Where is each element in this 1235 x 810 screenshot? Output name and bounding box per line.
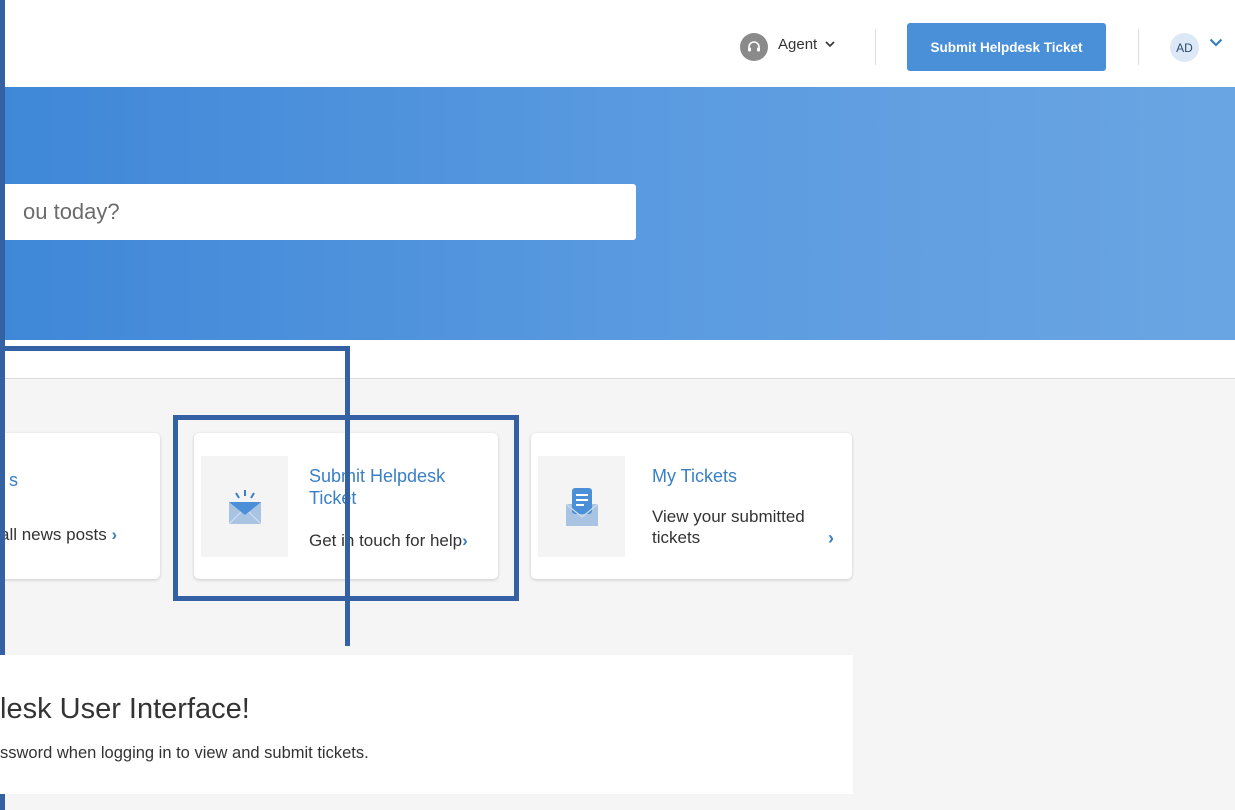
envelope-alert-icon	[201, 456, 288, 557]
search-input[interactable]: ou today?	[0, 184, 636, 240]
search-placeholder: ou today?	[23, 199, 120, 224]
card-description: View your submitted tickets	[652, 507, 805, 547]
tab-strip	[0, 340, 1235, 379]
agent-label: Agent	[778, 36, 818, 53]
card-title: My Tickets	[652, 466, 738, 486]
divider	[1138, 29, 1139, 65]
chevron-right-icon: ›	[111, 525, 118, 544]
avatar[interactable]: AD	[1170, 33, 1199, 62]
chevron-right-icon: ›	[462, 531, 468, 550]
divider	[875, 29, 876, 65]
envelope-document-icon	[538, 456, 625, 557]
card-my-tickets[interactable]: My Tickets View your submitted tickets ›	[531, 433, 852, 579]
card-description: Get in touch for help›	[309, 531, 468, 550]
welcome-title: lesk User Interface!	[0, 693, 250, 725]
card-title: Submit Helpdesk Ticket	[309, 466, 446, 508]
card-submit-helpdesk-ticket[interactable]: Submit Helpdesk Ticket Get in touch for …	[194, 433, 498, 579]
agent-dropdown[interactable]: Agent	[778, 36, 835, 53]
top-navbar: Agent Submit Helpdesk Ticket AD	[0, 0, 1235, 87]
card-description: all news posts ›	[0, 525, 118, 544]
headset-icon[interactable]	[740, 33, 768, 61]
card-title: s	[9, 470, 18, 490]
chevron-down-icon[interactable]	[1209, 38, 1223, 47]
welcome-text: ssword when logging in to view and submi…	[0, 744, 369, 762]
card-news[interactable]: s all news posts ›	[0, 433, 160, 579]
chevron-right-icon: ›	[828, 528, 834, 548]
submit-helpdesk-ticket-button[interactable]: Submit Helpdesk Ticket	[907, 23, 1106, 71]
chevron-down-icon	[825, 41, 835, 48]
